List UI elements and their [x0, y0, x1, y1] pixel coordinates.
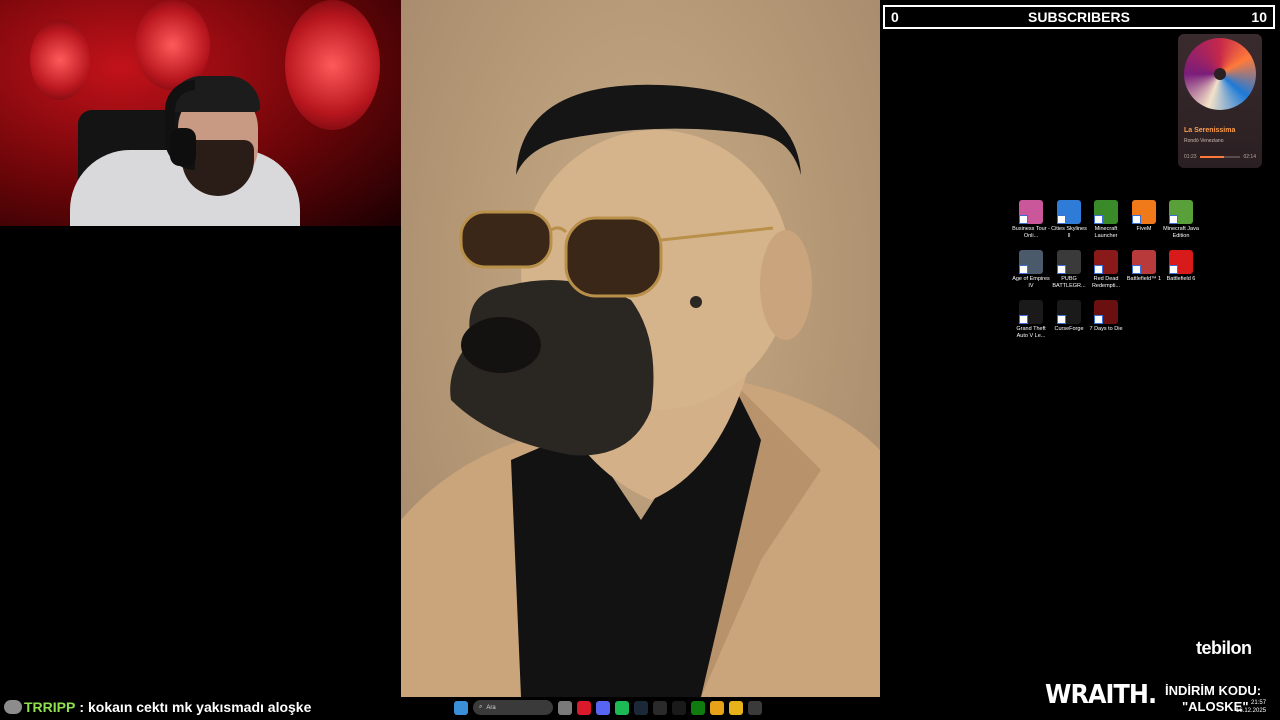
track-artist: Rondò Veneziano [1184, 138, 1224, 144]
dog-nose [461, 317, 541, 373]
file-explorer-icon[interactable] [729, 700, 743, 715]
clock-time: 21:57 [1251, 700, 1267, 706]
subscriber-title: SUBSCRIBERS [1028, 9, 1130, 25]
desktop-icon-label: Business Tour - Onli... [1012, 226, 1050, 239]
taskbar-search-box[interactable]: ⌕ Ara [473, 700, 553, 715]
system-tray-clock[interactable]: 21:57 16.12.2025 [1236, 699, 1266, 715]
7-days-to-die-icon [1094, 300, 1118, 324]
desktop-icon-label: Minecraft Java Edition [1163, 226, 1199, 239]
desktop-icon-label: Cities Skylines II [1051, 226, 1087, 239]
desktop-icon-business-tour[interactable]: Business Tour - Onli... [1012, 200, 1050, 240]
desktop-icon-label: Age of Empires IV [1012, 276, 1050, 289]
headset-earcup [170, 128, 196, 166]
desktop-icon-label: Minecraft Launcher [1094, 226, 1118, 239]
stream-layout: 0 SUBSCRIBERS 10 La Serenissima Rondò Ve… [0, 0, 1280, 720]
age-of-empires-icon [1019, 250, 1043, 274]
sponsor-logo-tebilon: tebilon [1196, 638, 1252, 658]
subscriber-goal: 10 [1251, 9, 1267, 25]
album-art [1184, 38, 1256, 110]
curseforge-icon [1057, 300, 1081, 324]
desktop-icon-label: Battlefield™ 1 [1126, 276, 1162, 282]
epic-games-icon[interactable] [653, 700, 667, 715]
desktop-icon-fivem[interactable]: FiveM [1125, 200, 1163, 233]
subscriber-goal-bar: 0 SUBSCRIBERS 10 [883, 5, 1275, 29]
track-duration: 02:14 [1243, 154, 1256, 160]
cities-skylines-icon [1057, 200, 1081, 224]
capcut-icon[interactable] [672, 700, 686, 715]
desktop-icon-battlefield-1[interactable]: Battlefield™ 1 [1125, 250, 1163, 283]
minecraft-java-icon [1169, 200, 1193, 224]
desktop-icon-7-days-to-die[interactable]: 7 Days to Die [1087, 300, 1125, 333]
dog-ear [760, 230, 812, 340]
start-icon[interactable] [454, 700, 468, 715]
minecraft-launcher-icon [1094, 200, 1118, 224]
dog-in-suit-image [401, 0, 880, 697]
battlefield-1-icon [1132, 250, 1156, 274]
dog-illustration [401, 84, 880, 697]
track-elapsed: 01:23 [1184, 154, 1197, 160]
desktop-icon-curseforge[interactable]: CurseForge [1050, 300, 1088, 333]
desktop-icon-label: Grand Theft Auto V Le... [1016, 326, 1046, 339]
obs-icon[interactable] [748, 700, 762, 715]
battlefield-6-icon [1169, 250, 1193, 274]
red-dead-icon [1094, 250, 1118, 274]
desktop-icon-age-of-empires[interactable]: Age of Empires IV [1012, 250, 1050, 290]
subscriber-current: 0 [891, 9, 899, 25]
desktop-icon-label: CurseForge [1054, 326, 1084, 332]
opera-icon[interactable] [577, 700, 591, 715]
desktop-icon-label: PUBG BATTLEGR... [1052, 276, 1086, 289]
windows-taskbar: ⌕ Ara [448, 697, 830, 718]
clock-date: 16.12.2025 [1236, 708, 1267, 714]
desktop-icon-pubg[interactable]: PUBG BATTLEGR... [1050, 250, 1088, 290]
sunglasses-lens-right [564, 216, 663, 298]
webcam-feed [0, 0, 401, 226]
chat-username: TRRIPP [24, 699, 76, 715]
desktop-icon-label: Red Dead Redempti... [1091, 276, 1121, 289]
business-tour-icon [1019, 200, 1043, 224]
discord-icon[interactable] [596, 700, 610, 715]
sunglasses-lens-left [459, 210, 553, 269]
search-icon: ⌕ [479, 704, 483, 710]
chat-text: kokaın cektı mk yakısmadı aloşke [88, 699, 312, 715]
desktop-icon-battlefield-6[interactable]: Battlefield 6 [1162, 250, 1200, 283]
chrome-icon[interactable] [710, 700, 724, 715]
desktop-icon-label: FiveM [1136, 226, 1152, 232]
sponsor-logo-wraith: WRAITH. [1045, 680, 1157, 710]
desktop-icon-red-dead[interactable]: Red Dead Redempti... [1087, 250, 1125, 290]
fivem-icon [1132, 200, 1156, 224]
flower-wreath-right [285, 0, 380, 130]
desktop-icon-minecraft-launcher[interactable]: Minecraft Launcher [1087, 200, 1125, 240]
flower-wreath-left [30, 20, 90, 100]
chat-separator: : [79, 699, 85, 715]
task-view-icon[interactable] [558, 700, 572, 715]
chat-user-badge-icon [4, 700, 22, 714]
now-playing-widget: La Serenissima Rondò Veneziano 01:23 02:… [1178, 34, 1262, 168]
promo-label: İNDİRİM KODU: [1165, 683, 1262, 698]
desktop-icon-minecraft-java[interactable]: Minecraft Java Edition [1162, 200, 1200, 240]
gta-v-icon [1019, 300, 1043, 324]
desktop-icon-cities-skylines[interactable]: Cities Skylines II [1050, 200, 1088, 240]
desktop-icon-gta-v[interactable]: Grand Theft Auto V Le... [1012, 300, 1050, 340]
track-title: La Serenissima [1184, 127, 1236, 134]
pubg-icon [1057, 250, 1081, 274]
steam-icon[interactable] [634, 700, 648, 715]
desktop-icon-label: Battlefield 6 [1166, 276, 1196, 282]
xbox-icon[interactable] [691, 700, 705, 715]
chat-message: TRRIPP : kokaın cektı mk yakısmadı aloşk… [4, 697, 311, 717]
cheek-spot [690, 296, 702, 308]
search-placeholder: Ara [486, 704, 496, 711]
desktop-icon-label: 7 Days to Die [1089, 326, 1123, 332]
spotify-icon[interactable] [615, 700, 629, 715]
